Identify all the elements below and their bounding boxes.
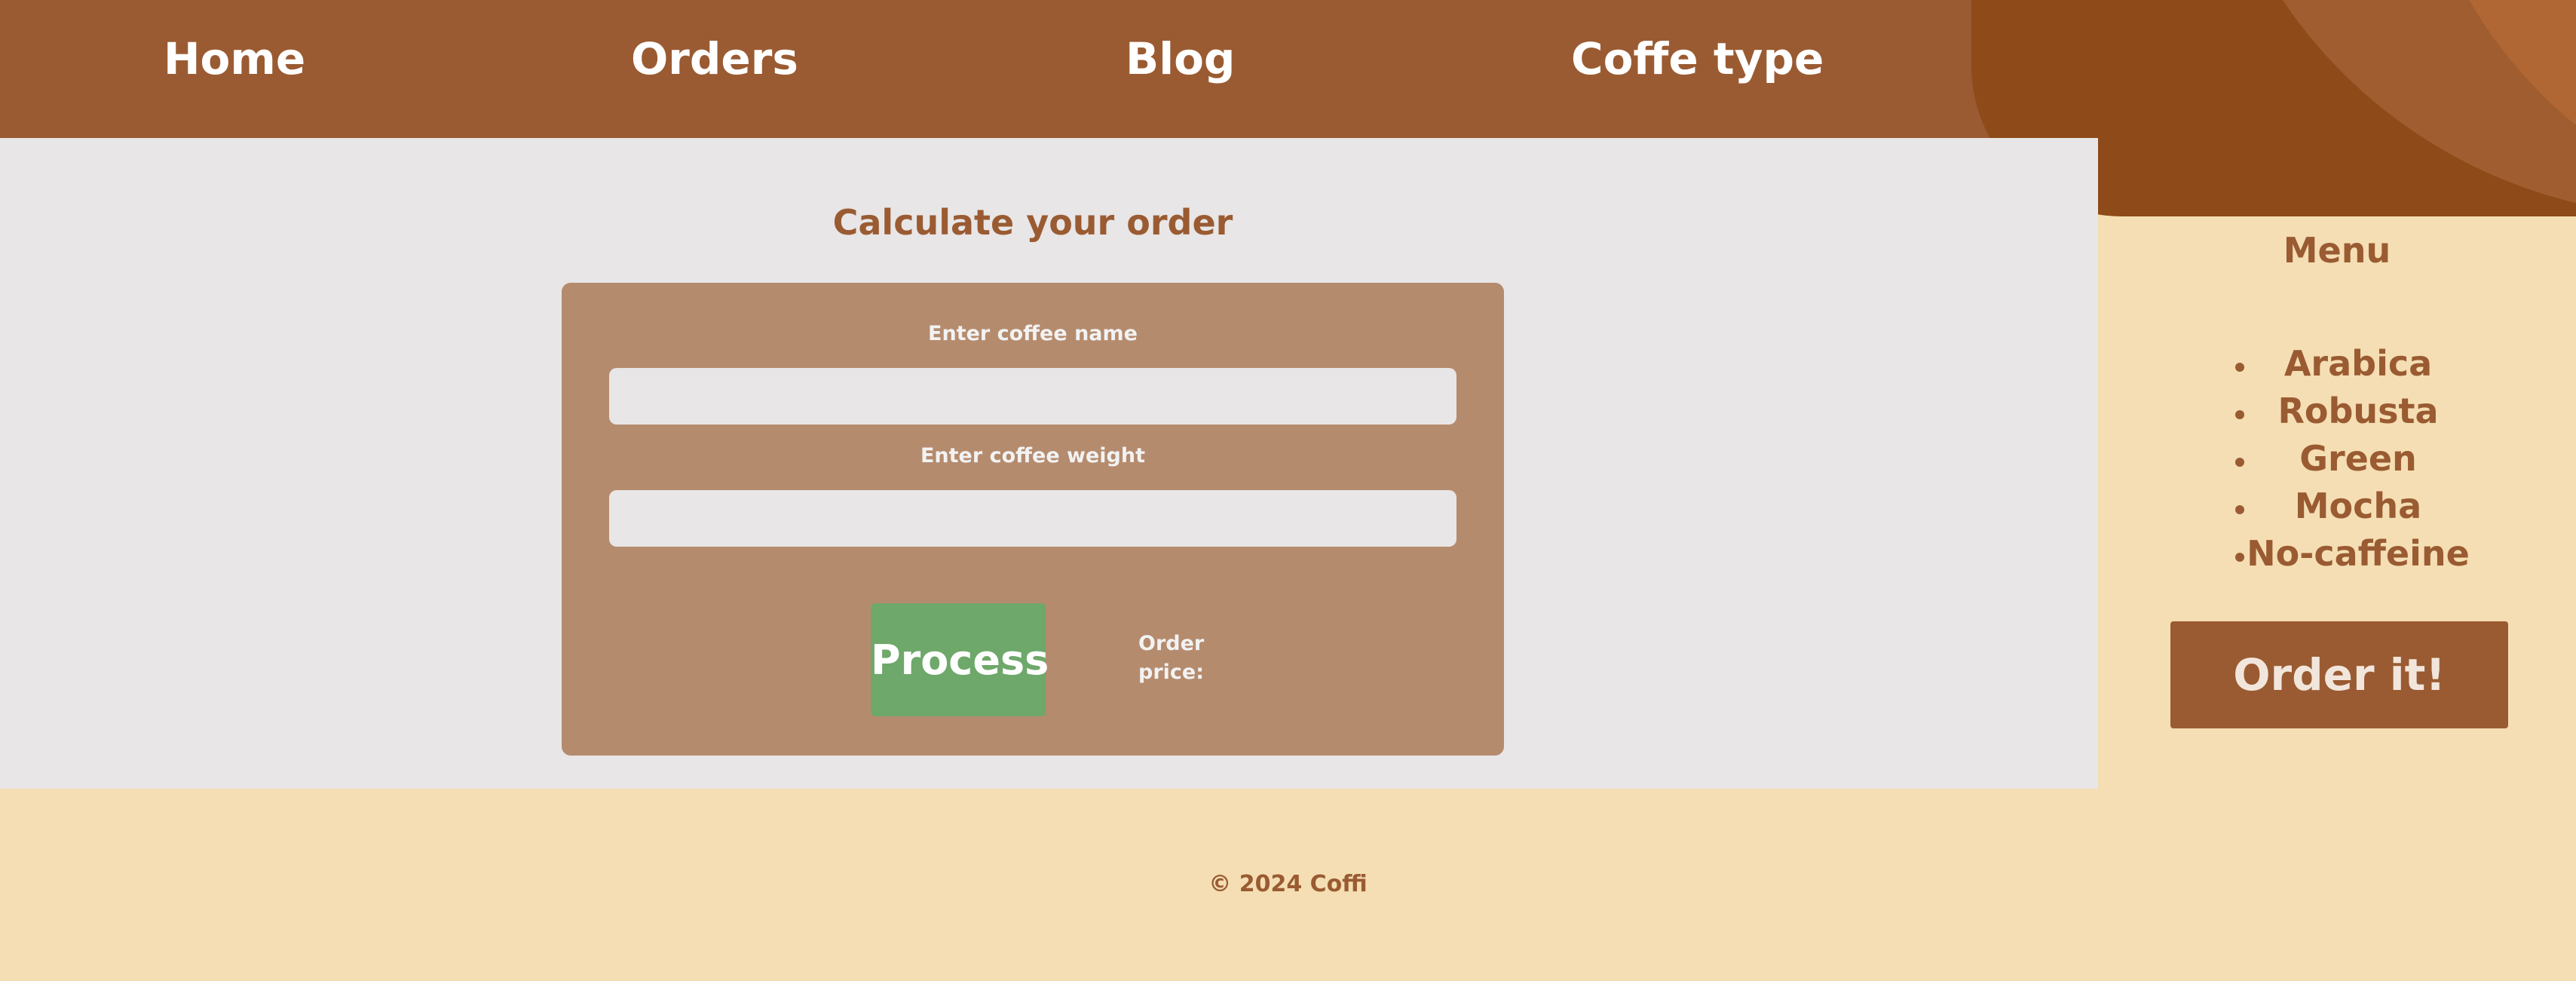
menu-item-label: Green bbox=[2299, 438, 2417, 479]
bullet-icon bbox=[2235, 458, 2244, 467]
bullet-icon bbox=[2235, 363, 2244, 372]
menu-item-robusta[interactable]: Robusta bbox=[2098, 391, 2576, 438]
menu-title: Menu bbox=[2283, 230, 2391, 271]
menu-item-mocha[interactable]: Mocha bbox=[2098, 486, 2576, 533]
bullet-icon bbox=[2235, 410, 2244, 419]
process-button[interactable]: Process bbox=[871, 603, 1049, 716]
coffee-weight-label: Enter coffee weight bbox=[920, 444, 1145, 468]
order-price-label: Order price: bbox=[1138, 630, 1221, 687]
menu-item-label: No-caffeine bbox=[2247, 533, 2470, 574]
bullet-icon bbox=[2235, 553, 2244, 562]
menu-item-no-caffeine[interactable]: No-caffeine bbox=[2098, 533, 2576, 581]
order-calculator-form: Enter coffee name Enter coffee weight Pr… bbox=[562, 283, 1504, 756]
coffee-name-label: Enter coffee name bbox=[928, 322, 1138, 345]
coffee-type-list: Arabica Robusta Green Mocha No-caffeine bbox=[2098, 343, 2576, 581]
coffee-weight-input[interactable] bbox=[609, 490, 1456, 547]
nav-item-coffee-type[interactable]: Coffe type bbox=[1571, 33, 1824, 84]
footer: © 2024 Coffi bbox=[0, 789, 2576, 981]
nav-item-blog[interactable]: Blog bbox=[1126, 33, 1235, 84]
menu-item-label: Arabica bbox=[2283, 343, 2433, 384]
menu-item-green[interactable]: Green bbox=[2098, 438, 2576, 486]
nav-item-home[interactable]: Home bbox=[164, 33, 305, 84]
calculator-title: Calculate your order bbox=[832, 202, 1233, 243]
menu-item-arabica[interactable]: Arabica bbox=[2098, 343, 2576, 391]
coffee-name-input[interactable] bbox=[609, 368, 1456, 425]
main-content: Calculate your order Enter coffee name E… bbox=[0, 138, 2098, 789]
menu-item-label: Mocha bbox=[2294, 486, 2422, 526]
order-it-button[interactable]: Order it! bbox=[2170, 621, 2508, 728]
page: Home Orders Blog Coffe type Calculate yo… bbox=[0, 0, 2576, 981]
menu-item-label: Robusta bbox=[2277, 391, 2439, 431]
order-price-text: Order price: bbox=[1138, 632, 1205, 684]
coffee-menu-sidebar: Menu Arabica Robusta Green Mocha No-caff… bbox=[2098, 216, 2576, 789]
nav-item-orders[interactable]: Orders bbox=[631, 33, 798, 84]
bullet-icon bbox=[2235, 505, 2244, 514]
copyright-text: © 2024 Coffi bbox=[1208, 871, 1368, 897]
